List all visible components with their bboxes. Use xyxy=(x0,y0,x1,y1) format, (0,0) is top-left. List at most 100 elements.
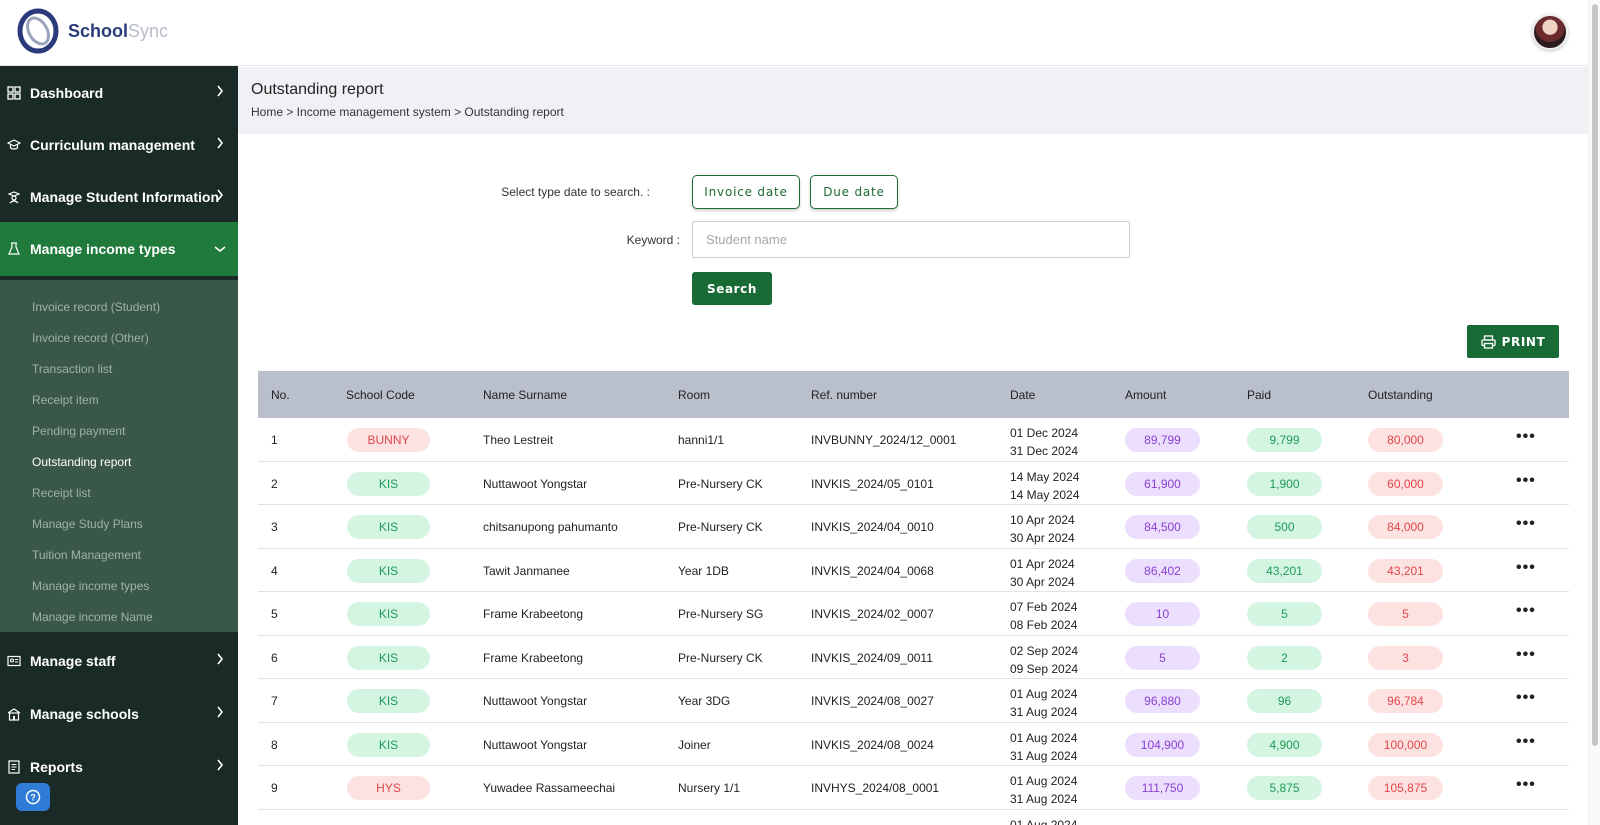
room: hanni1/1 xyxy=(678,433,725,447)
sidebar-item-dashboard[interactable]: Dashboard xyxy=(0,66,238,119)
page-header: Outstanding report Home > Income managem… xyxy=(238,67,1588,134)
student-name: Nuttawoot Yongstar xyxy=(483,737,588,752)
keyword-label: Keyword : xyxy=(626,233,680,247)
row-number: 3 xyxy=(271,520,278,534)
ref-number: INVKIS_2024/09_0011 xyxy=(811,650,933,665)
paid-badge: 500 xyxy=(1247,515,1322,539)
ref-number: INVKIS_2024/08_0027 xyxy=(811,694,934,708)
column-header: Name Surname xyxy=(483,388,568,402)
due-date: 09 Sep 2024 xyxy=(1010,661,1079,676)
sidebar-item-student-info[interactable]: Manage Student Information xyxy=(0,170,238,223)
sidebar-item-label: Manage Student Information xyxy=(30,188,219,205)
table-header: No. School Code Name Surname Room Ref. n… xyxy=(258,371,1569,418)
sidebar-item-income-types[interactable]: Manage income types xyxy=(0,222,238,276)
amount-badge: 61,900 xyxy=(1125,471,1200,496)
paid-badge: 96 xyxy=(1247,689,1322,713)
sidebar-item-label: Manage schools xyxy=(30,705,139,722)
search-button[interactable]: Search xyxy=(692,272,772,305)
top-bar: SchoolSync xyxy=(0,0,1600,66)
column-header: No. xyxy=(271,388,290,402)
print-button[interactable]: PRINT xyxy=(1467,325,1559,358)
room: Year 3DG xyxy=(678,694,731,708)
due-date: 08 Feb 2024 xyxy=(1010,618,1078,632)
submenu-item[interactable]: Manage income types xyxy=(32,579,149,593)
sidebar-item-curriculum[interactable]: Curriculum management xyxy=(0,118,238,171)
table-row[interactable]: 01 Aug 2024 xyxy=(258,809,1569,825)
ref-number: INVHYS_2024/08_0001 xyxy=(811,781,940,795)
more-options-icon[interactable]: ••• xyxy=(1516,646,1536,664)
invoice-date: 10 Apr 2024 xyxy=(1010,513,1075,527)
more-options-icon[interactable]: ••• xyxy=(1516,515,1536,533)
chevron-right-icon xyxy=(217,706,224,718)
submenu-item[interactable]: Transaction list xyxy=(32,362,112,376)
submenu-item[interactable]: Invoice record (Other) xyxy=(32,331,149,345)
table-row[interactable]: 2 KIS Nuttawoot Yongstar Pre-Nursery CK INVK… xyxy=(258,461,1569,505)
page-scrollbar[interactable] xyxy=(1588,0,1600,825)
more-options-icon[interactable]: ••• xyxy=(1516,689,1536,707)
date-range: 10 Apr 2024 30 Apr 2024 xyxy=(1010,511,1075,547)
table-row[interactable]: 8 KIS Nuttawoot Yongstar Joiner INVKIS_2024/… xyxy=(258,722,1569,766)
breadcrumb[interactable]: Home > Income management system > Outsta… xyxy=(251,105,564,119)
chevron-right-icon xyxy=(217,759,224,771)
sidebar-item-schools[interactable]: Manage schools xyxy=(0,687,238,740)
help-button[interactable]: ? xyxy=(16,783,50,811)
id-card-icon xyxy=(7,655,21,666)
column-header: Paid xyxy=(1247,388,1272,402)
submenu-item[interactable]: Manage income Name xyxy=(32,610,153,624)
table-row[interactable]: 6 KIS Frame Krabeetong Pre-Nursery CK INVKIS… xyxy=(258,635,1569,679)
app-logo[interactable]: SchoolSync xyxy=(16,8,168,54)
more-options-icon[interactable]: ••• xyxy=(1516,602,1536,620)
table-row[interactable]: 1 BUNNY Theo Lestreit hanni1/1 INVBUNNY_2024… xyxy=(258,418,1569,462)
column-header: School Code xyxy=(346,388,415,402)
table-row[interactable]: 4 KIS Tawit Janmanee Year 1DB INVKIS_2024/04… xyxy=(258,548,1569,592)
school-icon xyxy=(7,707,21,721)
submenu-item[interactable]: Pending payment xyxy=(32,424,125,438)
scrollbar-thumb[interactable] xyxy=(1592,4,1598,746)
paid-badge: 4,900 xyxy=(1247,732,1322,757)
outstanding-badge: 5 xyxy=(1368,602,1443,626)
submenu-item[interactable]: Invoice record (Student) xyxy=(32,300,160,314)
more-options-icon[interactable]: ••• xyxy=(1516,559,1536,577)
table-row[interactable]: 5 KIS Frame Krabeetong Pre-Nursery SG INVKIS… xyxy=(258,592,1569,636)
due-date-button[interactable]: Due date xyxy=(810,175,898,209)
income-submenu: Invoice record (Student) Invoice record … xyxy=(0,280,238,632)
invoice-date: 01 Aug 2024 xyxy=(1010,687,1078,701)
ref-number: INVKIS_2024/05_0101 xyxy=(811,476,934,491)
sidebar-item-label: Manage staff xyxy=(30,652,116,669)
date-range: 07 Feb 2024 08 Feb 2024 xyxy=(1010,598,1077,634)
school-code-badge: KIS xyxy=(347,602,430,626)
more-options-icon[interactable]: ••• xyxy=(1516,472,1536,490)
table-row[interactable]: 7 KIS Nuttawoot Yongstar Year 3DG INVKIS_202… xyxy=(258,679,1569,723)
logo-icon xyxy=(16,8,60,54)
sidebar-item-staff[interactable]: Manage staff xyxy=(0,634,238,687)
submenu-item[interactable]: Tuition Management xyxy=(32,548,141,562)
paid-badge: 5,875 xyxy=(1247,776,1322,800)
more-options-icon[interactable]: ••• xyxy=(1516,776,1536,794)
print-label: PRINT xyxy=(1501,334,1546,349)
room: Nursery 1/1 xyxy=(678,781,741,795)
submenu-item-current[interactable]: Outstanding report xyxy=(32,455,131,469)
ref-number: INVKIS_2024/02_0007 xyxy=(811,607,934,621)
graduation-cap-icon xyxy=(7,138,21,150)
more-options-icon[interactable]: ••• xyxy=(1516,428,1536,446)
school-code-badge: KIS xyxy=(347,689,430,713)
student-name: Nuttawoot Yongstar xyxy=(483,694,588,708)
user-avatar[interactable] xyxy=(1532,14,1568,50)
room: Year 1DB xyxy=(678,563,729,578)
table-row[interactable]: 3 KIS chitsanupong pahumanto Pre-Nursery CK… xyxy=(258,505,1569,549)
row-number: 9 xyxy=(271,781,278,795)
invoice-date-button[interactable]: Invoice date xyxy=(692,175,800,209)
submenu-item[interactable]: Manage Study Plans xyxy=(32,517,143,531)
outstanding-badge: 96,784 xyxy=(1368,689,1443,713)
table-row[interactable]: 9 HYS Yuwadee Rassameechai Nursery 1/1 INVHY… xyxy=(258,766,1569,810)
chevron-down-icon xyxy=(214,246,226,253)
date-range: 01 Dec 2024 31 Dec 2024 xyxy=(1010,424,1078,460)
student-name: Tawit Janmanee xyxy=(483,563,570,578)
submenu-item[interactable]: Receipt item xyxy=(32,393,99,407)
submenu-item[interactable]: Receipt list xyxy=(32,486,91,500)
more-options-icon[interactable]: ••• xyxy=(1516,733,1536,751)
invoice-date: 01 Dec 2024 xyxy=(1010,426,1079,440)
sidebar: Dashboard Curriculum management Manage S… xyxy=(0,66,238,825)
keyword-input[interactable] xyxy=(692,221,1130,258)
room: Pre-Nursery SG xyxy=(678,607,764,621)
